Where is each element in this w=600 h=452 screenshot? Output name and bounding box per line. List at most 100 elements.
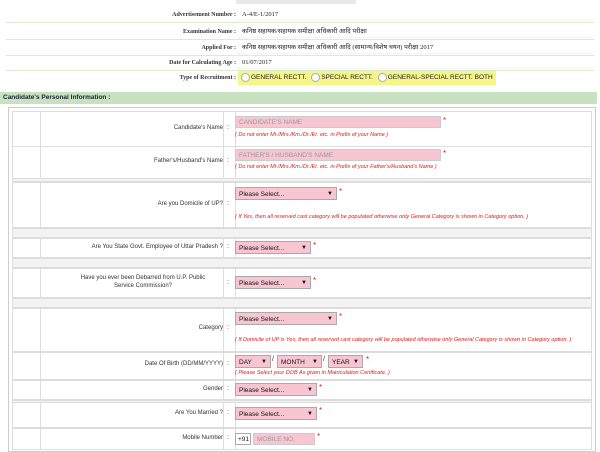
divider xyxy=(6,22,594,23)
domicile-select[interactable]: Please Select... ▼ xyxy=(235,187,337,200)
age-date-value: 01/07/2017 xyxy=(238,57,594,69)
row-father-name: Father's/Husband's Name : FATHER'S / HUS… xyxy=(12,146,592,179)
row-govt-employee: Are You State Govt. Employee of Uttar Pr… xyxy=(12,238,592,258)
dob-month-select[interactable]: MONTH ▼ xyxy=(277,355,322,368)
row-index-cell xyxy=(13,309,41,351)
spacer-row xyxy=(12,258,592,268)
required-star: * xyxy=(317,432,321,441)
colon: : xyxy=(227,124,229,131)
father-name-label: Father's/Husband's Name xyxy=(154,158,223,164)
row-married: Are You Married ? : Please Select... ▼ * xyxy=(12,402,592,428)
radio-both-label: GENERAL-SPECIAL RECTT. BOTH xyxy=(387,74,493,81)
applied-value: कनिष्ठ सहायक/सहायक समीक्षा अधिकारी आदि (… xyxy=(238,42,594,54)
recruitment-label: Type of Recruitment : xyxy=(179,75,236,81)
father-name-input[interactable]: FATHER'S / HUSBAND'S NAME xyxy=(235,149,441,161)
required-star: * xyxy=(443,149,447,158)
colon: : xyxy=(227,157,229,164)
row-mobile: Mobile Number : +91 MOBILE NO. * xyxy=(12,428,592,450)
advertisement-row: Advertisement Number : A-4/E-1/2017 xyxy=(0,9,600,21)
category-select[interactable]: Please Select... ▼ xyxy=(235,312,337,325)
recruitment-options: GENERAL RECTT. SPECIAL RECTT. GENERAL-SP… xyxy=(238,71,496,85)
row-index-cell xyxy=(13,429,41,449)
debarred-label: Have you ever been Debarred from U.P. Pu… xyxy=(80,275,206,289)
gender-label: Gender xyxy=(202,386,223,392)
colon: : xyxy=(227,200,229,207)
dob-year-value: YEAR xyxy=(332,359,350,366)
chevron-down-icon: ▼ xyxy=(301,280,307,286)
row-index-cell xyxy=(13,112,41,146)
colon: : xyxy=(227,409,229,416)
radio-special-label: SPECIAL RECTT. xyxy=(321,74,373,81)
radio-special[interactable] xyxy=(311,72,321,82)
personal-info-form: Candidate's Name : CANDIDATE'S NAME * ( … xyxy=(8,107,596,452)
dob-year-select[interactable]: YEAR ▼ xyxy=(328,355,363,368)
chevron-down-icon: ▼ xyxy=(307,411,313,417)
category-value: Please Select... xyxy=(239,316,285,323)
radio-both[interactable] xyxy=(377,72,387,82)
domicile-note: ( If Yes, then all reserved cast categor… xyxy=(235,214,529,220)
debarred-select[interactable]: Please Select... ▼ xyxy=(235,276,311,289)
divider xyxy=(6,39,594,40)
row-date-of-birth: Date Of Birth (DD/MM/YYYY) : DAY ▼ / MONT… xyxy=(12,352,592,380)
required-star: * xyxy=(339,312,343,321)
header-cap xyxy=(236,0,356,4)
radio-general[interactable] xyxy=(241,72,250,82)
row-candidate-name: Candidate's Name : CANDIDATE'S NAME * ( … xyxy=(12,111,592,147)
dob-label: Date Of Birth (DD/MM/YYYY) xyxy=(144,361,223,367)
gender-select[interactable]: Please Select... ▼ xyxy=(235,383,317,396)
row-index-cell xyxy=(13,147,41,178)
mobile-prefix: +91 xyxy=(235,433,251,445)
colon: : xyxy=(227,324,229,331)
married-label: Are You Married ? xyxy=(174,410,223,416)
row-index-cell xyxy=(13,269,41,297)
domicile-label: Are you Domicile of UP? xyxy=(157,201,223,207)
applied-label: Applied For : xyxy=(201,45,236,51)
colon: : xyxy=(227,385,229,392)
row-gender: Gender : Please Select... ▼ * xyxy=(12,380,592,400)
row-category: Category : Please Select... ▼ * ( If Domi… xyxy=(12,308,592,352)
chevron-down-icon: ▼ xyxy=(327,191,333,197)
row-index-cell xyxy=(13,381,41,399)
date-separator: / xyxy=(323,356,325,363)
radio-general-label: GENERAL RECTT. xyxy=(251,74,307,81)
candidate-name-input[interactable]: CANDIDATE'S NAME xyxy=(235,116,441,128)
domicile-value: Please Select... xyxy=(239,191,285,198)
application-header: Advertisement Number : A-4/E-1/2017 Exam… xyxy=(0,0,600,90)
spacer-row xyxy=(12,228,592,238)
candidate-name-note: ( Do not enter Mr./Mrs./Km./Dr./Er. etc.… xyxy=(235,132,389,138)
age-date-row: Date for Calculating Age : 01/07/2017 xyxy=(0,57,600,69)
colon: : xyxy=(227,279,229,286)
required-star: * xyxy=(339,187,343,196)
exam-value: कनिष्ठ सहायक/सहायक समीक्षा अधिकारी आदि प… xyxy=(238,26,594,38)
chevron-down-icon: ▼ xyxy=(327,316,333,322)
spacer-row xyxy=(12,298,592,308)
date-separator: / xyxy=(272,356,274,363)
dob-note: ( Please Select your DOB As given in Mat… xyxy=(235,370,390,376)
colon: : xyxy=(227,360,229,367)
row-index-cell xyxy=(13,239,41,257)
exam-label: Examination Name : xyxy=(183,29,236,35)
category-label: Category xyxy=(198,325,223,331)
chevron-down-icon: ▼ xyxy=(301,245,307,251)
row-index-cell xyxy=(13,403,41,427)
candidate-name-label: Candidate's Name xyxy=(173,125,223,131)
applied-row: Applied For : कनिष्ठ सहायक/सहायक समीक्षा… xyxy=(0,42,600,54)
divider xyxy=(6,55,594,56)
category-note: ( If Domicile of UP is Yes, then all res… xyxy=(235,337,572,343)
required-star: * xyxy=(366,355,370,364)
section-title: Candidate's Personal Information : xyxy=(0,92,597,104)
required-star: * xyxy=(319,406,323,415)
mobile-input[interactable]: MOBILE NO. xyxy=(253,433,315,445)
gender-value: Please Select... xyxy=(239,387,285,394)
row-index-cell xyxy=(13,183,41,227)
chevron-down-icon: ▼ xyxy=(307,387,313,393)
govt-employee-select[interactable]: Please Select... ▼ xyxy=(235,241,311,254)
father-name-note: ( Do not enter Mr./Mrs./Km./Dr./Er. etc.… xyxy=(235,164,437,170)
married-select[interactable]: Please Select... ▼ xyxy=(235,407,317,420)
dob-day-select[interactable]: DAY ▼ xyxy=(235,355,271,368)
required-star: * xyxy=(443,116,447,125)
dob-month-value: MONTH xyxy=(281,359,305,366)
govt-employee-label: Are You State Govt. Employee of Uttar Pr… xyxy=(91,244,223,250)
advertisement-label: Advertisement Number : xyxy=(172,12,236,18)
debarred-value: Please Select... xyxy=(239,280,285,287)
